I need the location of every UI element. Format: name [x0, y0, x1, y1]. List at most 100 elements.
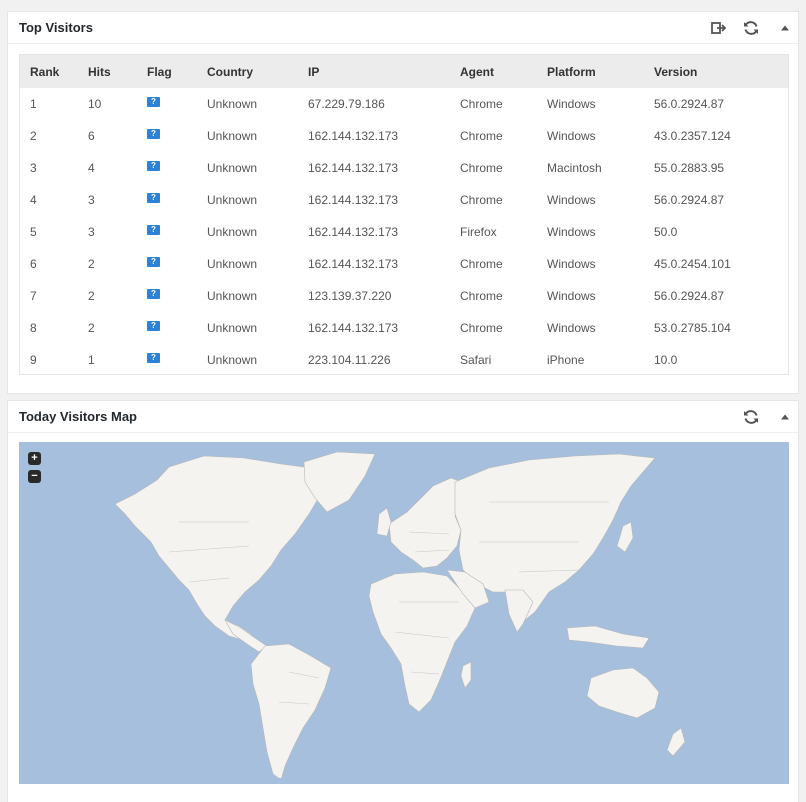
cell-platform: iPhone	[547, 353, 585, 367]
cell-version: 45.0.2454.101	[654, 257, 731, 271]
cell-hits: 4	[88, 161, 95, 175]
cell-flag: ?	[147, 216, 207, 248]
cell-ip: 162.144.132.173	[308, 193, 399, 207]
world-map[interactable]: + −	[19, 442, 789, 784]
cell-hits: 1	[88, 353, 95, 367]
cell-agent: Firefox	[460, 225, 497, 239]
cell-ip: 162.144.132.173	[308, 257, 399, 271]
cell-agent: Chrome	[460, 289, 503, 303]
unknown-flag-icon: ?	[147, 96, 160, 107]
cell-platform: Windows	[547, 321, 596, 335]
table-row: 2 6? Unknown 162.144.132.173 Chrome Windows 43…	[20, 120, 788, 152]
cell-country: Unknown	[207, 225, 258, 239]
cell-agent: Chrome	[460, 257, 503, 271]
cell-country: Unknown	[207, 289, 258, 303]
cell-hits: 2	[88, 289, 95, 303]
cell-hits: 3	[88, 225, 95, 239]
cell-platform: Macintosh	[547, 161, 602, 175]
table-body: 1 10? Unknown 67.229.79.186 Chrome Windows 56.…	[20, 88, 788, 376]
cell-country: Unknown	[207, 129, 258, 143]
top-visitors-table-container: Rank Hits Flag Country IP Agent Platform Versio…	[19, 54, 789, 375]
column-header-flag: Flag	[147, 64, 172, 79]
cell-hits: 6	[88, 129, 95, 143]
cell-version: 50.0	[654, 225, 678, 239]
land-south-america	[250, 643, 332, 781]
cell-agent: Chrome	[460, 193, 503, 207]
unknown-flag-icon: ?	[147, 256, 160, 267]
top-visitors-table: Rank Hits Flag Country IP Agent Platform Versio…	[20, 55, 788, 376]
cell-ip: 162.144.132.173	[308, 321, 399, 335]
cell-hits: 10	[88, 97, 102, 111]
unknown-flag-icon: ?	[147, 320, 160, 331]
table-row: 7 2? Unknown 123.139.37.220 Chrome Windows 56.…	[20, 280, 788, 312]
cell-rank: 6	[30, 257, 37, 271]
zoom-in-button[interactable]: +	[28, 452, 41, 465]
cell-country: Unknown	[207, 97, 258, 111]
cell-flag: ?	[147, 344, 207, 376]
cell-flag: ?	[147, 152, 207, 184]
refresh-icon[interactable]	[741, 18, 761, 38]
cell-agent: Chrome	[460, 321, 503, 335]
cell-country: Unknown	[207, 193, 258, 207]
cell-platform: Windows	[547, 193, 596, 207]
land-australia	[586, 667, 660, 719]
visitors-map-panel: Today Visitors Map + −	[7, 400, 799, 802]
column-header-ip: IP	[308, 64, 320, 79]
table-row: 5 3? Unknown 162.144.132.173 Firefox Windows 5…	[20, 216, 788, 248]
zoom-out-button[interactable]: −	[28, 470, 41, 483]
cell-platform: Windows	[547, 225, 596, 239]
cell-agent: Chrome	[460, 161, 503, 175]
cell-rank: 1	[30, 97, 37, 111]
cell-version: 55.0.2883.95	[654, 161, 725, 175]
unknown-flag-icon: ?	[147, 192, 160, 203]
cell-flag: ?	[147, 88, 207, 120]
land-japan	[616, 521, 634, 553]
export-icon[interactable]	[708, 18, 728, 38]
unknown-flag-icon: ?	[147, 128, 160, 139]
cell-rank: 4	[30, 193, 37, 207]
cell-ip: 223.104.11.226	[308, 353, 391, 367]
column-header-country: Country	[207, 64, 253, 79]
cell-ip: 162.144.132.173	[308, 129, 399, 143]
cell-version: 56.0.2924.87	[654, 97, 725, 111]
cell-hits: 2	[88, 257, 95, 271]
unknown-flag-icon: ?	[147, 224, 160, 235]
table-row: 4 3? Unknown 162.144.132.173 Chrome Windows 56…	[20, 184, 788, 216]
visitors-map-header: Today Visitors Map	[8, 401, 798, 433]
cell-country: Unknown	[207, 257, 258, 271]
cell-platform: Windows	[547, 97, 596, 111]
land-uk	[376, 507, 392, 537]
top-visitors-panel: Top Visitors Rank Hits Flag Country IP Agent P…	[7, 11, 799, 394]
table-row: 6 2? Unknown 162.144.132.173 Chrome Windows 45…	[20, 248, 788, 280]
cell-rank: 2	[30, 129, 37, 143]
unknown-flag-icon: ?	[147, 288, 160, 299]
cell-ip: 67.229.79.186	[308, 97, 385, 111]
land-madagascar	[460, 661, 472, 689]
cell-flag: ?	[147, 120, 207, 152]
table-row: 9 1? Unknown 223.104.11.226 Safari iPhone 10.0	[20, 344, 788, 376]
refresh-icon[interactable]	[741, 407, 761, 427]
cell-hits: 3	[88, 193, 95, 207]
cell-flag: ?	[147, 184, 207, 216]
land-antarctica	[19, 778, 789, 784]
cell-agent: Safari	[460, 353, 492, 367]
top-visitors-title: Top Visitors	[19, 20, 93, 35]
table-row: 3 4? Unknown 162.144.132.173 Chrome Macintosh…	[20, 152, 788, 184]
cell-flag: ?	[147, 248, 207, 280]
visitors-map-title: Today Visitors Map	[19, 409, 137, 424]
cell-platform: Windows	[547, 129, 596, 143]
cell-ip: 162.144.132.173	[308, 225, 399, 239]
cell-rank: 5	[30, 225, 37, 239]
cell-platform: Windows	[547, 257, 596, 271]
cell-country: Unknown	[207, 161, 258, 175]
cell-ip: 162.144.132.173	[308, 161, 399, 175]
cell-flag: ?	[147, 280, 207, 312]
collapse-triangle-icon[interactable]	[775, 18, 795, 38]
land-new-zealand	[666, 727, 686, 757]
table-row: 1 10? Unknown 67.229.79.186 Chrome Windows 56.…	[20, 88, 788, 120]
cell-flag: ?	[147, 312, 207, 344]
cell-version: 53.0.2785.104	[654, 321, 731, 335]
table-header-row: Rank Hits Flag Country IP Agent Platform Versio…	[20, 55, 788, 88]
cell-version: 56.0.2924.87	[654, 289, 725, 303]
collapse-triangle-icon[interactable]	[775, 407, 795, 427]
